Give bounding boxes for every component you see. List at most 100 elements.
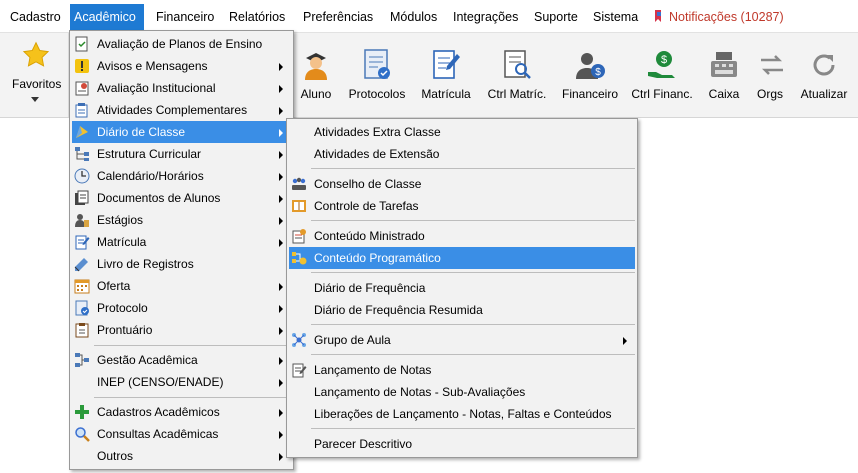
ctrl-matric-label: Ctrl Matríc. [487, 87, 547, 101]
menu-item-cadastros-academicos[interactable]: Cadastros Acadêmicos [72, 401, 291, 423]
submenu-item-grupo-de-aula[interactable]: Grupo de Aula [289, 329, 635, 351]
submenu-item-atividades-extensao[interactable]: Atividades de Extensão [289, 143, 635, 165]
chevron-down-icon [31, 97, 39, 102]
menu-separator [94, 397, 291, 398]
financeiro-label: Financeiro [561, 87, 619, 101]
matricula-button[interactable]: Matrícula [418, 45, 474, 101]
submenu-arrow-icon [279, 283, 283, 291]
submenu-item-diario-frequencia-resumida[interactable]: Diário de Frequência Resumida [289, 299, 635, 321]
ctrl-financ-button[interactable]: $ Ctrl Financ. [630, 45, 694, 101]
favorites-button[interactable]: Favoritos [0, 33, 69, 117]
offer-icon [74, 279, 90, 294]
submenu-arrow-icon [623, 337, 627, 345]
management-icon [75, 353, 89, 367]
caixa-label: Caixa [708, 87, 740, 101]
submenu-arrow-icon [279, 379, 283, 387]
submenu-item-parecer-descritivo[interactable]: Parecer Descritivo [289, 433, 635, 455]
warning-icon [75, 59, 89, 73]
menu-item-oferta[interactable]: Oferta [72, 275, 291, 297]
submenu-item-controle-de-tarefas[interactable]: Controle de Tarefas [289, 195, 635, 217]
submenu-arrow-icon [279, 453, 283, 461]
menu-item-label: Estágios [97, 213, 144, 227]
menu-item-avisos-mensagens[interactable]: Avisos e Mensagens [72, 55, 291, 77]
caixa-button[interactable]: Caixa [704, 45, 744, 101]
menu-item-consultas-academicas[interactable]: Consultas Acadêmicas [72, 423, 291, 445]
submenu-item-conselho-de-classe[interactable]: Conselho de Classe [289, 173, 635, 195]
menu-separator [311, 168, 635, 169]
submenu-arrow-icon [279, 173, 283, 181]
menu-item-label: Livro de Registros [97, 257, 194, 271]
menu-item-documentos-alunos[interactable]: Documentos de Alunos [72, 187, 291, 209]
tasks-icon [292, 200, 306, 212]
submenu-item-atividades-extra-classe[interactable]: Atividades Extra Classe [289, 121, 635, 143]
menu-item-outros[interactable]: Outros [72, 445, 291, 467]
menu-cadastro[interactable]: Cadastro [6, 7, 65, 27]
ctrl-matric-button[interactable]: Ctrl Matríc. [484, 45, 550, 101]
menu-item-label: Parecer Descritivo [314, 437, 413, 451]
menu-separator [311, 324, 635, 325]
menu-item-label: Conteúdo Programático [314, 251, 441, 265]
swap-arrows-icon [761, 55, 783, 75]
enrollment-icon [75, 235, 90, 250]
menu-item-label: INEP (CENSO/ENADE) [97, 375, 224, 389]
menu-separator [311, 220, 635, 221]
menu-separator [311, 428, 635, 429]
menu-item-label: Avisos e Mensagens [97, 59, 208, 73]
menu-financeiro[interactable]: Financeiro [152, 7, 218, 27]
aluno-button[interactable]: Aluno [296, 45, 336, 101]
menu-item-label: Consultas Acadêmicas [97, 427, 219, 441]
menu-integracoes[interactable]: Integrações [449, 7, 522, 27]
menu-item-prontuario[interactable]: Prontuário [72, 319, 291, 341]
menu-item-estrutura-curricular[interactable]: Estrutura Curricular [72, 143, 291, 165]
menu-suporte[interactable]: Suporte [530, 7, 582, 27]
menu-item-atividades-complementares[interactable]: Atividades Complementares [72, 99, 291, 121]
menu-item-matricula[interactable]: Matrícula [72, 231, 291, 253]
orgs-button[interactable]: Orgs [752, 45, 788, 101]
enrollment-form-icon [433, 50, 460, 79]
menu-academico[interactable]: Acadêmico [70, 4, 144, 30]
menu-item-label: Diário de Frequência Resumida [314, 303, 483, 317]
submenu-arrow-icon [279, 239, 283, 247]
menu-item-diario-de-classe[interactable]: Diário de Classe [72, 121, 291, 143]
menu-item-avaliacao-planos-ensino[interactable]: Avaliação de Planos de Ensino [72, 33, 291, 55]
menu-item-inep[interactable]: INEP (CENSO/ENADE) [72, 371, 291, 393]
atualizar-button[interactable]: Atualizar [798, 45, 850, 101]
menu-item-label: Estrutura Curricular [97, 147, 202, 161]
ctrl-financ-label: Ctrl Financ. [631, 87, 693, 101]
diario-de-classe-submenu: Atividades Extra Classe Atividades de Ex… [286, 118, 638, 458]
submenu-arrow-icon [279, 327, 283, 335]
submenu-item-conteudo-programatico[interactable]: Conteúdo Programático [289, 247, 635, 269]
menu-preferencias[interactable]: Preferências [299, 7, 377, 27]
calendar-icon [74, 168, 90, 184]
notifications-label: Notificações (10287) [669, 10, 784, 24]
menu-item-livro-de-registros[interactable]: Livro de Registros [72, 253, 291, 275]
refresh-icon [813, 54, 835, 76]
menu-item-calendario-horarios[interactable]: Calendário/Horários [72, 165, 291, 187]
financeiro-button[interactable]: $ Financeiro [560, 45, 620, 101]
program-content-icon [292, 252, 307, 265]
notifications-link[interactable]: Notificações (10287) [650, 7, 788, 27]
academico-dropdown-menu: Avaliação de Planos de Ensino Avisos e M… [69, 30, 294, 470]
menu-sistema[interactable]: Sistema [589, 7, 642, 27]
submenu-item-conteudo-ministrado[interactable]: Conteúdo Ministrado [289, 225, 635, 247]
menu-item-protocolo[interactable]: Protocolo [72, 297, 291, 319]
menu-bar: Cadastro Acadêmico Financeiro Relatórios… [0, 0, 858, 33]
menu-item-gestao-academica[interactable]: Gestão Acadêmica [72, 349, 291, 371]
submenu-item-liberacoes-de-lancamento[interactable]: Liberações de Lançamento - Notas, Faltas… [289, 403, 635, 425]
submenu-arrow-icon [279, 305, 283, 313]
document-check-icon [75, 36, 88, 52]
menu-modulos[interactable]: Módulos [386, 7, 441, 27]
enrollment-control-icon [504, 50, 531, 79]
protocolos-button[interactable]: Protocolos [346, 45, 408, 101]
submenu-arrow-icon [279, 107, 283, 115]
menu-item-avaliacao-institucional[interactable]: Avaliação Institucional [72, 77, 291, 99]
notification-icon [655, 10, 661, 22]
menu-relatorios[interactable]: Relatórios [225, 7, 289, 27]
submenu-item-lancamento-de-notas[interactable]: Lançamento de Notas [289, 359, 635, 381]
favorites-label: Favoritos [12, 77, 62, 91]
menu-item-label: Gestão Acadêmica [97, 353, 198, 367]
menu-item-label: Outros [97, 449, 134, 463]
submenu-item-lancamento-notas-sub-avaliacoes[interactable]: Lançamento de Notas - Sub-Avaliações [289, 381, 635, 403]
submenu-item-diario-de-frequencia[interactable]: Diário de Frequência [289, 277, 635, 299]
menu-item-estagios[interactable]: Estágios [72, 209, 291, 231]
